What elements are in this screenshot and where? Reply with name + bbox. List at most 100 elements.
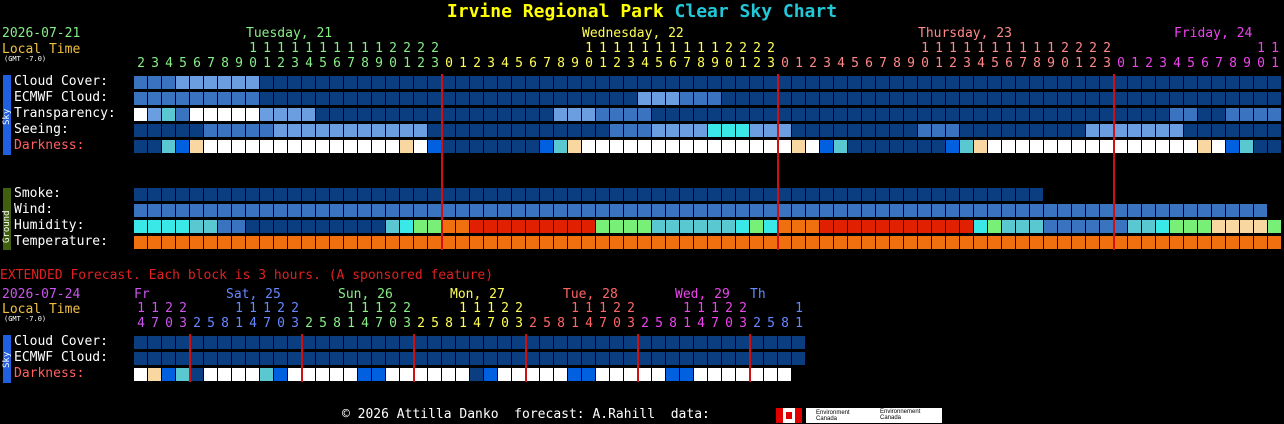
forecast-block — [302, 368, 315, 381]
forecast-block — [1254, 140, 1267, 153]
forecast-block — [470, 140, 483, 153]
forecast-block — [596, 204, 609, 217]
forecast-block — [1044, 140, 1057, 153]
forecast-block — [904, 188, 917, 201]
hour-tens: 1 — [921, 41, 929, 56]
forecast-block — [148, 220, 161, 233]
extended-hour-tens: 2 — [291, 301, 299, 316]
forecast-block — [610, 236, 623, 249]
row-label: Humidity: — [14, 218, 85, 233]
forecast-block — [694, 336, 707, 349]
forecast-block — [946, 220, 959, 233]
forecast-block — [512, 352, 525, 365]
forecast-block — [148, 140, 161, 153]
forecast-block — [1212, 140, 1225, 153]
forecast-block — [736, 76, 749, 89]
hour-ones: 0 — [921, 56, 929, 71]
forecast-block — [358, 124, 371, 137]
forecast-block — [736, 92, 749, 105]
forecast-block — [554, 76, 567, 89]
forecast-block — [148, 76, 161, 89]
forecast-block — [1170, 220, 1183, 233]
forecast-block — [260, 92, 273, 105]
extended-hour-ones: 4 — [137, 316, 145, 331]
extended-hour-ones: 5 — [543, 316, 551, 331]
row-label: Darkness: — [14, 138, 85, 153]
forecast-block — [288, 220, 301, 233]
forecast-block — [904, 236, 917, 249]
forecast-block — [204, 188, 217, 201]
forecast-block — [302, 352, 315, 365]
forecast-block — [246, 76, 259, 89]
forecast-block — [1072, 204, 1085, 217]
forecast-block — [960, 188, 973, 201]
forecast-block — [736, 124, 749, 137]
forecast-block — [288, 336, 301, 349]
forecast-block — [960, 76, 973, 89]
forecast-block — [862, 124, 875, 137]
row-label: Wind: — [14, 202, 54, 217]
forecast-block — [1254, 108, 1267, 121]
forecast-block — [288, 140, 301, 153]
forecast-block — [652, 188, 665, 201]
forecast-block — [1226, 140, 1239, 153]
forecast-block — [498, 336, 511, 349]
hour-ones: 0 — [585, 56, 593, 71]
forecast-block — [134, 76, 147, 89]
forecast-block — [1198, 236, 1211, 249]
forecast-block — [498, 236, 511, 249]
forecast-block — [1198, 92, 1211, 105]
hour-ones: 1 — [263, 56, 271, 71]
forecast-block — [582, 204, 595, 217]
forecast-block — [638, 108, 651, 121]
forecast-block — [988, 140, 1001, 153]
forecast-block — [274, 108, 287, 121]
forecast-block — [162, 108, 175, 121]
forecast-block — [540, 352, 553, 365]
forecast-block — [1114, 140, 1127, 153]
forecast-block — [190, 76, 203, 89]
forecast-block — [722, 352, 735, 365]
forecast-block — [568, 352, 581, 365]
forecast-block — [1212, 108, 1225, 121]
forecast-block — [680, 92, 693, 105]
extended-hour-tens: 2 — [389, 301, 397, 316]
forecast-block — [1240, 76, 1253, 89]
forecast-block — [1212, 124, 1225, 137]
forecast-block — [330, 236, 343, 249]
forecast-block — [568, 124, 581, 137]
forecast-block — [274, 204, 287, 217]
extended-hour-ones: 1 — [683, 316, 691, 331]
forecast-block — [148, 204, 161, 217]
forecast-block — [260, 336, 273, 349]
forecast-block — [764, 92, 777, 105]
forecast-block — [1254, 124, 1267, 137]
forecast-block — [386, 76, 399, 89]
forecast-block — [232, 188, 245, 201]
forecast-block — [442, 352, 455, 365]
forecast-block — [736, 368, 749, 381]
forecast-block — [806, 188, 819, 201]
forecast-block — [750, 204, 763, 217]
forecast-block — [1072, 236, 1085, 249]
forecast-block — [554, 368, 567, 381]
forecast-block — [764, 236, 777, 249]
site-name: Irvine Regional Park — [446, 1, 664, 22]
hour-ones: 9 — [375, 56, 383, 71]
hour-ones: 9 — [571, 56, 579, 71]
extended-hour-tens: 2 — [403, 301, 411, 316]
forecast-block — [1086, 236, 1099, 249]
forecast-block — [330, 124, 343, 137]
forecast-block — [890, 188, 903, 201]
forecast-block — [624, 352, 637, 365]
forecast-block — [414, 336, 427, 349]
forecast-block — [190, 140, 203, 153]
forecast-block — [778, 124, 791, 137]
forecast-block — [484, 204, 497, 217]
row-label: Darkness: — [14, 366, 85, 381]
forecast-block — [1184, 92, 1197, 105]
forecast-block — [708, 76, 721, 89]
forecast-block — [302, 204, 315, 217]
forecast-block — [974, 76, 987, 89]
forecast-block — [232, 336, 245, 349]
